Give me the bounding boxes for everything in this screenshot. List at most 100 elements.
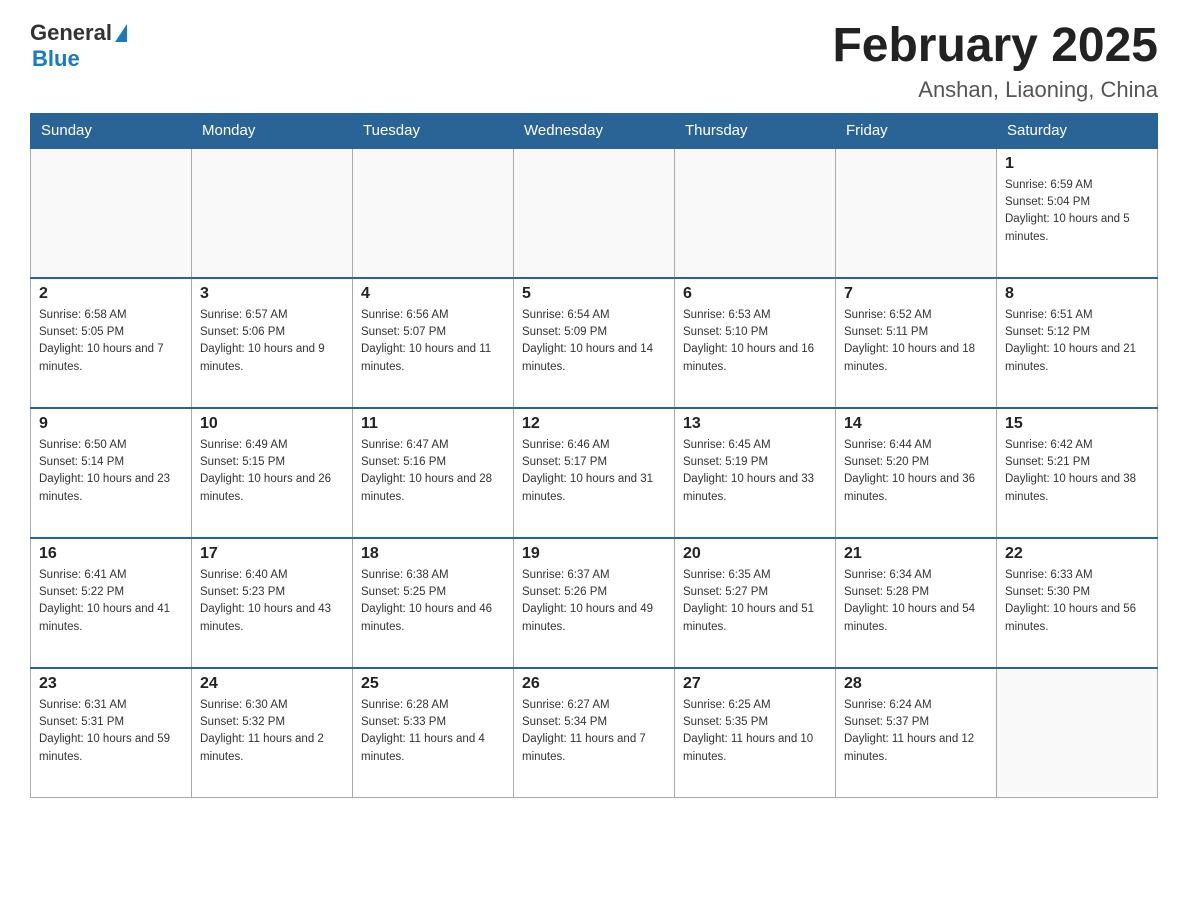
day-number: 28 xyxy=(844,675,988,693)
calendar-day-cell: 5 Sunrise: 6:54 AMSunset: 5:09 PMDaylight… xyxy=(514,278,675,408)
day-info: Sunrise: 6:45 AMSunset: 5:19 PMDaylight:… xyxy=(683,437,827,506)
calendar-day-cell xyxy=(514,148,675,278)
calendar-week-row: 2 Sunrise: 6:58 AMSunset: 5:05 PMDaylight… xyxy=(31,278,1158,408)
day-info: Sunrise: 6:44 AMSunset: 5:20 PMDaylight:… xyxy=(844,437,988,506)
day-info: Sunrise: 6:30 AMSunset: 5:32 PMDaylight:… xyxy=(200,697,344,766)
calendar-header-row: SundayMondayTuesdayWednesdayThursdayFrid… xyxy=(31,113,1158,148)
day-of-week-header: Thursday xyxy=(675,113,836,148)
calendar-day-cell: 7 Sunrise: 6:52 AMSunset: 5:11 PMDaylight… xyxy=(836,278,997,408)
calendar-day-cell: 8 Sunrise: 6:51 AMSunset: 5:12 PMDaylight… xyxy=(997,278,1158,408)
logo-blue-text: Blue xyxy=(32,46,80,72)
logo-general-text: General xyxy=(30,20,112,46)
day-info: Sunrise: 6:37 AMSunset: 5:26 PMDaylight:… xyxy=(522,567,666,636)
day-info: Sunrise: 6:56 AMSunset: 5:07 PMDaylight:… xyxy=(361,307,505,376)
page-header: General Blue February 2025 Anshan, Liaon… xyxy=(30,20,1158,103)
day-number: 15 xyxy=(1005,415,1149,433)
day-info: Sunrise: 6:33 AMSunset: 5:30 PMDaylight:… xyxy=(1005,567,1149,636)
calendar-day-cell: 13 Sunrise: 6:45 AMSunset: 5:19 PMDayligh… xyxy=(675,408,836,538)
day-number: 19 xyxy=(522,545,666,563)
day-number: 1 xyxy=(1005,155,1149,173)
calendar-day-cell: 24 Sunrise: 6:30 AMSunset: 5:32 PMDayligh… xyxy=(192,668,353,798)
title-area: February 2025 Anshan, Liaoning, China xyxy=(832,20,1158,103)
calendar-week-row: 9Sunrise: 6:50 AMSunset: 5:14 PMDaylight… xyxy=(31,408,1158,538)
day-number: 5 xyxy=(522,285,666,303)
calendar-day-cell xyxy=(31,148,192,278)
day-info: Sunrise: 6:54 AMSunset: 5:09 PMDaylight:… xyxy=(522,307,666,376)
day-info: Sunrise: 6:51 AMSunset: 5:12 PMDaylight:… xyxy=(1005,307,1149,376)
day-number: 11 xyxy=(361,415,505,433)
day-number: 24 xyxy=(200,675,344,693)
day-info: Sunrise: 6:28 AMSunset: 5:33 PMDaylight:… xyxy=(361,697,505,766)
calendar-day-cell: 2 Sunrise: 6:58 AMSunset: 5:05 PMDaylight… xyxy=(31,278,192,408)
day-info: Sunrise: 6:40 AMSunset: 5:23 PMDaylight:… xyxy=(200,567,344,636)
day-info: Sunrise: 6:35 AMSunset: 5:27 PMDaylight:… xyxy=(683,567,827,636)
day-number: 20 xyxy=(683,545,827,563)
day-number: 3 xyxy=(200,285,344,303)
day-number: 23 xyxy=(39,675,183,693)
day-number: 26 xyxy=(522,675,666,693)
calendar-day-cell: 25 Sunrise: 6:28 AMSunset: 5:33 PMDayligh… xyxy=(353,668,514,798)
day-info: Sunrise: 6:46 AMSunset: 5:17 PMDaylight:… xyxy=(522,437,666,506)
calendar-day-cell: 12 Sunrise: 6:46 AMSunset: 5:17 PMDayligh… xyxy=(514,408,675,538)
day-of-week-header: Sunday xyxy=(31,113,192,148)
day-info: Sunrise: 6:52 AMSunset: 5:11 PMDaylight:… xyxy=(844,307,988,376)
calendar-day-cell xyxy=(675,148,836,278)
calendar-day-cell: 17 Sunrise: 6:40 AMSunset: 5:23 PMDayligh… xyxy=(192,538,353,668)
calendar-day-cell: 21 Sunrise: 6:34 AMSunset: 5:28 PMDayligh… xyxy=(836,538,997,668)
calendar-day-cell: 27 Sunrise: 6:25 AMSunset: 5:35 PMDayligh… xyxy=(675,668,836,798)
day-info: Sunrise: 6:57 AMSunset: 5:06 PMDaylight:… xyxy=(200,307,344,376)
calendar-week-row: 23 Sunrise: 6:31 AMSunset: 5:31 PMDayligh… xyxy=(31,668,1158,798)
logo-arrow-icon xyxy=(115,24,127,42)
day-info: Sunrise: 6:59 AMSunset: 5:04 PMDaylight:… xyxy=(1005,177,1149,246)
calendar-day-cell xyxy=(836,148,997,278)
day-info: Sunrise: 6:31 AMSunset: 5:31 PMDaylight:… xyxy=(39,697,183,766)
calendar-day-cell: 19 Sunrise: 6:37 AMSunset: 5:26 PMDayligh… xyxy=(514,538,675,668)
day-number: 10 xyxy=(200,415,344,433)
day-number: 8 xyxy=(1005,285,1149,303)
day-of-week-header: Friday xyxy=(836,113,997,148)
calendar-day-cell: 18Sunrise: 6:38 AMSunset: 5:25 PMDayligh… xyxy=(353,538,514,668)
day-number: 21 xyxy=(844,545,988,563)
day-of-week-header: Monday xyxy=(192,113,353,148)
day-number: 18 xyxy=(361,545,505,563)
day-info: Sunrise: 6:41 AMSunset: 5:22 PMDaylight:… xyxy=(39,567,183,636)
day-number: 17 xyxy=(200,545,344,563)
day-info: Sunrise: 6:27 AMSunset: 5:34 PMDaylight:… xyxy=(522,697,666,766)
calendar-subtitle: Anshan, Liaoning, China xyxy=(832,77,1158,103)
calendar-day-cell xyxy=(192,148,353,278)
calendar-day-cell: 22 Sunrise: 6:33 AMSunset: 5:30 PMDayligh… xyxy=(997,538,1158,668)
day-number: 25 xyxy=(361,675,505,693)
calendar-week-row: 1 Sunrise: 6:59 AMSunset: 5:04 PMDaylight… xyxy=(31,148,1158,278)
day-number: 22 xyxy=(1005,545,1149,563)
calendar-day-cell: 23 Sunrise: 6:31 AMSunset: 5:31 PMDayligh… xyxy=(31,668,192,798)
day-number: 13 xyxy=(683,415,827,433)
calendar-day-cell: 28 Sunrise: 6:24 AMSunset: 5:37 PMDayligh… xyxy=(836,668,997,798)
logo: General Blue xyxy=(30,20,127,72)
day-number: 14 xyxy=(844,415,988,433)
day-info: Sunrise: 6:42 AMSunset: 5:21 PMDaylight:… xyxy=(1005,437,1149,506)
day-number: 2 xyxy=(39,285,183,303)
calendar-table: SundayMondayTuesdayWednesdayThursdayFrid… xyxy=(30,113,1158,799)
calendar-week-row: 16Sunrise: 6:41 AMSunset: 5:22 PMDayligh… xyxy=(31,538,1158,668)
calendar-day-cell: 10Sunrise: 6:49 AMSunset: 5:15 PMDayligh… xyxy=(192,408,353,538)
day-info: Sunrise: 6:50 AMSunset: 5:14 PMDaylight:… xyxy=(39,437,183,506)
day-info: Sunrise: 6:58 AMSunset: 5:05 PMDaylight:… xyxy=(39,307,183,376)
calendar-day-cell xyxy=(353,148,514,278)
day-number: 4 xyxy=(361,285,505,303)
calendar-day-cell: 20 Sunrise: 6:35 AMSunset: 5:27 PMDayligh… xyxy=(675,538,836,668)
day-number: 7 xyxy=(844,285,988,303)
calendar-day-cell: 3 Sunrise: 6:57 AMSunset: 5:06 PMDaylight… xyxy=(192,278,353,408)
day-number: 12 xyxy=(522,415,666,433)
day-info: Sunrise: 6:47 AMSunset: 5:16 PMDaylight:… xyxy=(361,437,505,506)
day-of-week-header: Wednesday xyxy=(514,113,675,148)
day-info: Sunrise: 6:25 AMSunset: 5:35 PMDaylight:… xyxy=(683,697,827,766)
calendar-title: February 2025 xyxy=(832,20,1158,73)
day-info: Sunrise: 6:34 AMSunset: 5:28 PMDaylight:… xyxy=(844,567,988,636)
day-info: Sunrise: 6:53 AMSunset: 5:10 PMDaylight:… xyxy=(683,307,827,376)
day-info: Sunrise: 6:24 AMSunset: 5:37 PMDaylight:… xyxy=(844,697,988,766)
day-of-week-header: Tuesday xyxy=(353,113,514,148)
day-number: 27 xyxy=(683,675,827,693)
calendar-day-cell: 11 Sunrise: 6:47 AMSunset: 5:16 PMDayligh… xyxy=(353,408,514,538)
day-number: 6 xyxy=(683,285,827,303)
day-of-week-header: Saturday xyxy=(997,113,1158,148)
